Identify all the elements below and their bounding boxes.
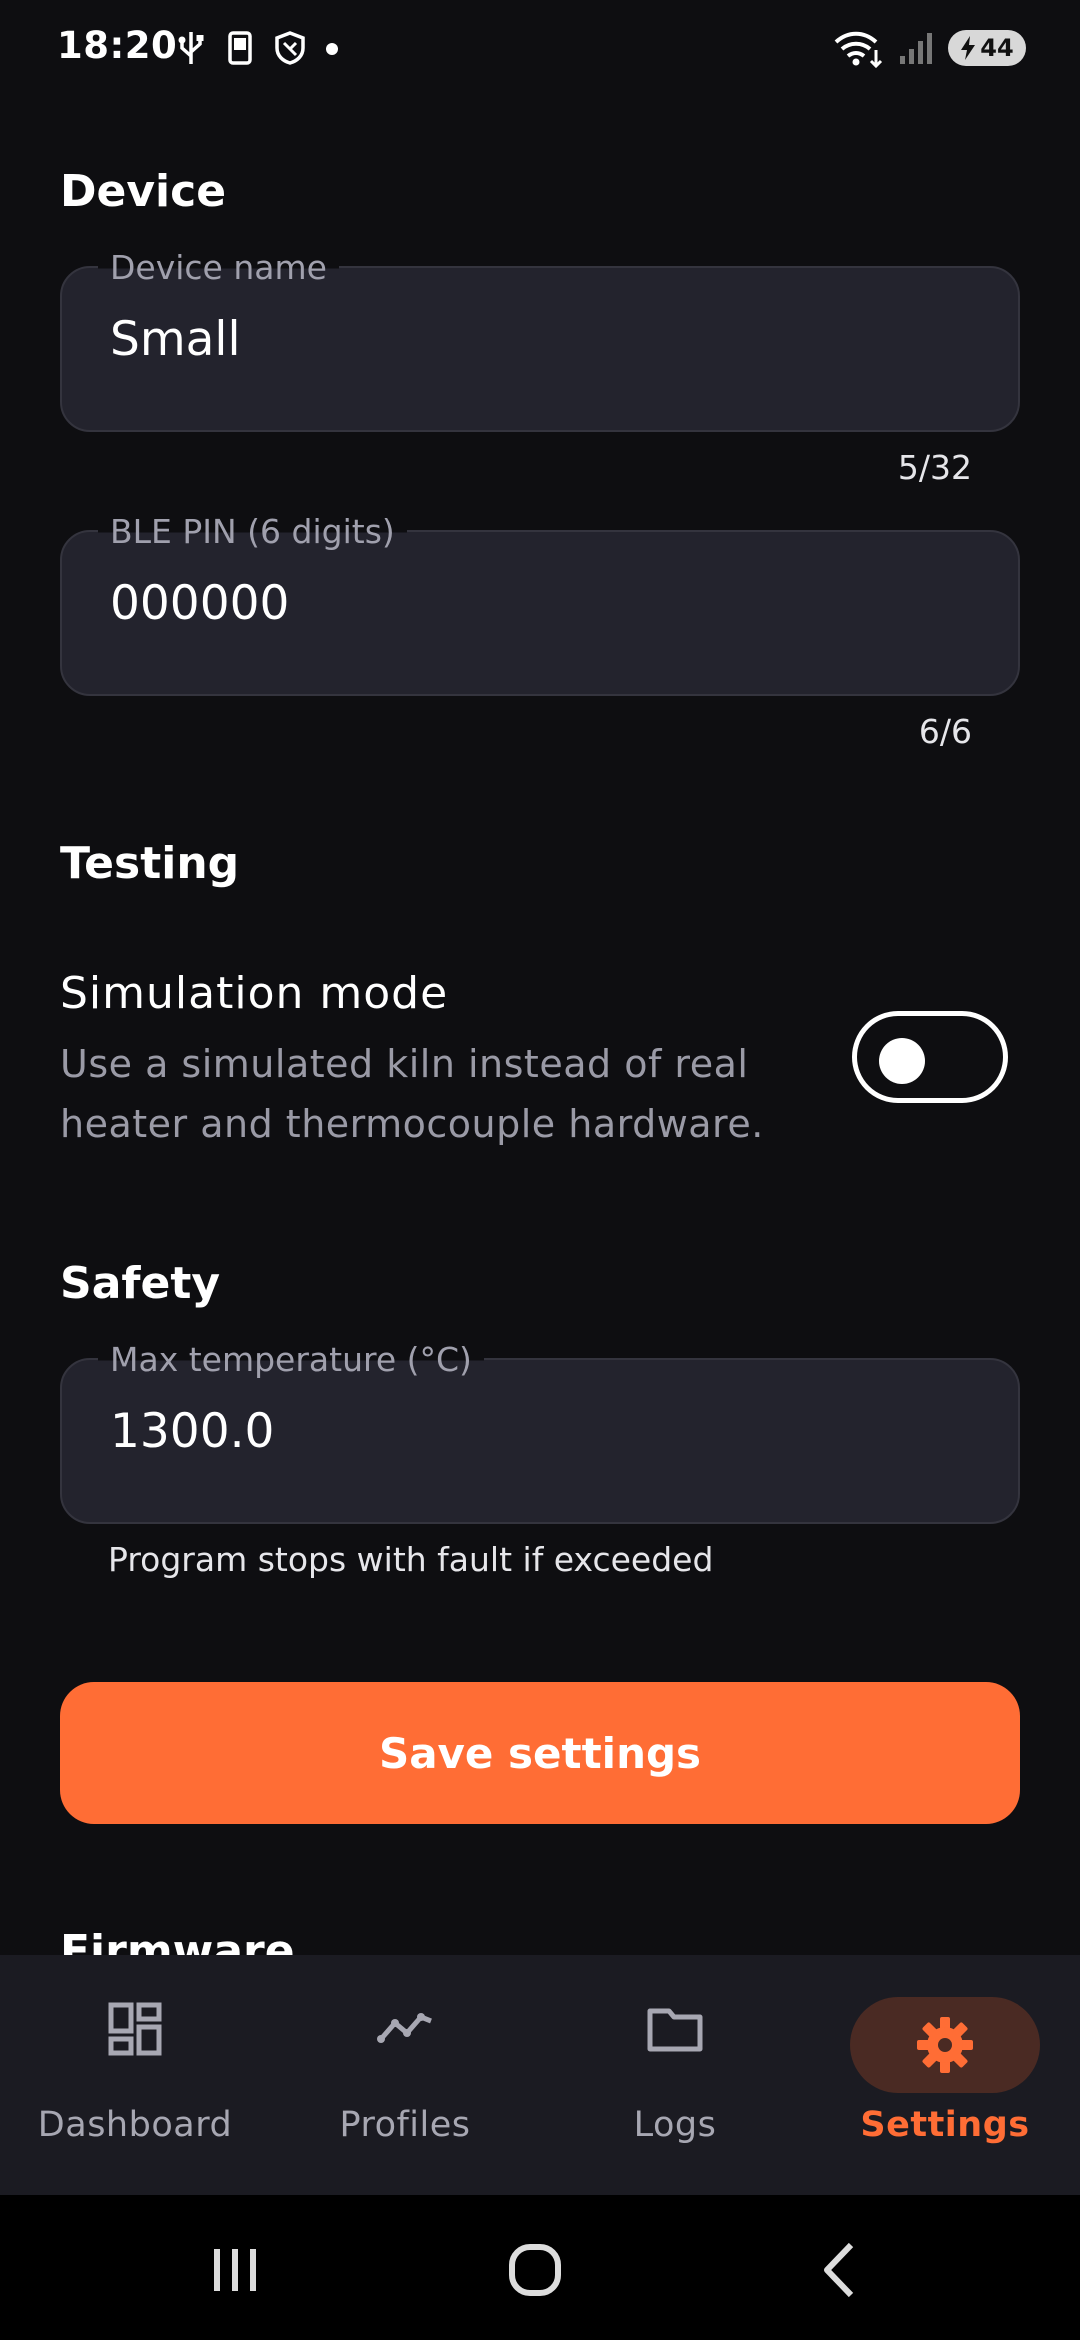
max-temperature-field[interactable]: Max temperature (°C) xyxy=(60,1340,1020,1524)
nav-label-dashboard: Dashboard xyxy=(37,2105,233,2145)
status-icons-left xyxy=(176,30,342,66)
nav-item-settings[interactable]: Settings xyxy=(810,1955,1080,2195)
simulation-mode-toggle[interactable] xyxy=(852,1011,1008,1103)
ble-pin-counter: 6/6 xyxy=(918,712,972,751)
ble-pin-input[interactable] xyxy=(110,576,970,631)
status-icons-right: 44 xyxy=(832,28,1026,68)
bottom-navigation: Dashboard Profiles Logs Settings xyxy=(0,1955,1080,2195)
device-name-field[interactable]: Device name xyxy=(60,248,1020,432)
nav-item-profiles[interactable]: Profiles xyxy=(270,1955,540,2195)
dashboard-icon xyxy=(108,2002,162,2056)
profiles-chart-icon xyxy=(377,2013,432,2043)
battery-level: 44 xyxy=(980,34,1014,62)
nav-label-profiles: Profiles xyxy=(339,2105,471,2145)
section-title-testing: Testing xyxy=(60,838,240,889)
system-navigation-bar xyxy=(0,2195,1080,2340)
device-name-input[interactable] xyxy=(110,312,970,367)
device-name-label: Device name xyxy=(98,248,339,287)
nav-label-logs: Logs xyxy=(633,2105,717,2145)
max-temperature-label: Max temperature (°C) xyxy=(98,1340,484,1379)
toggle-knob xyxy=(879,1038,925,1084)
home-icon[interactable] xyxy=(500,2235,570,2305)
save-settings-button[interactable]: Save settings xyxy=(60,1682,1020,1824)
nav-item-logs[interactable]: Logs xyxy=(540,1955,810,2195)
settings-screen: 18:20 44 Device Device name Small 5/32 B… xyxy=(0,0,1080,2340)
phone-cast-icon xyxy=(228,31,252,65)
gear-icon xyxy=(917,2017,973,2073)
status-time: 18:20 xyxy=(57,24,178,67)
charging-bolt-icon xyxy=(961,36,976,60)
battery-icon: 44 xyxy=(948,30,1026,66)
settings-content[interactable]: Device Device name 5/32 BLE PIN (6 digit… xyxy=(0,100,1080,1955)
section-title-firmware: Firmware xyxy=(60,1926,295,1955)
shield-icon xyxy=(275,31,305,65)
nav-label-settings: Settings xyxy=(860,2105,1030,2145)
simulation-mode-description: Use a simulated kiln instead of real hea… xyxy=(60,1042,764,1146)
ble-pin-label: BLE PIN (6 digits) xyxy=(98,512,407,551)
section-title-device: Device xyxy=(60,166,227,217)
usb-icon xyxy=(178,32,204,64)
max-temperature-input[interactable] xyxy=(110,1404,970,1459)
back-icon[interactable] xyxy=(805,2235,875,2305)
nav-item-dashboard[interactable]: Dashboard xyxy=(0,1955,270,2195)
signal-icon xyxy=(900,33,932,64)
status-bar: 18:20 44 xyxy=(0,0,1080,100)
folder-icon xyxy=(647,2008,703,2052)
max-temperature-helper: Program stops with fault if exceeded xyxy=(108,1540,714,1579)
wifi-icon xyxy=(834,31,883,68)
simulation-mode-title: Simulation mode xyxy=(60,968,449,1019)
section-title-safety: Safety xyxy=(60,1258,221,1309)
device-name-counter: 5/32 xyxy=(897,448,972,487)
ble-pin-field[interactable]: BLE PIN (6 digits) xyxy=(60,512,1020,696)
nav-active-indicator xyxy=(850,1997,1040,2093)
recent-apps-icon[interactable] xyxy=(200,2235,270,2305)
dot-icon xyxy=(326,43,338,55)
